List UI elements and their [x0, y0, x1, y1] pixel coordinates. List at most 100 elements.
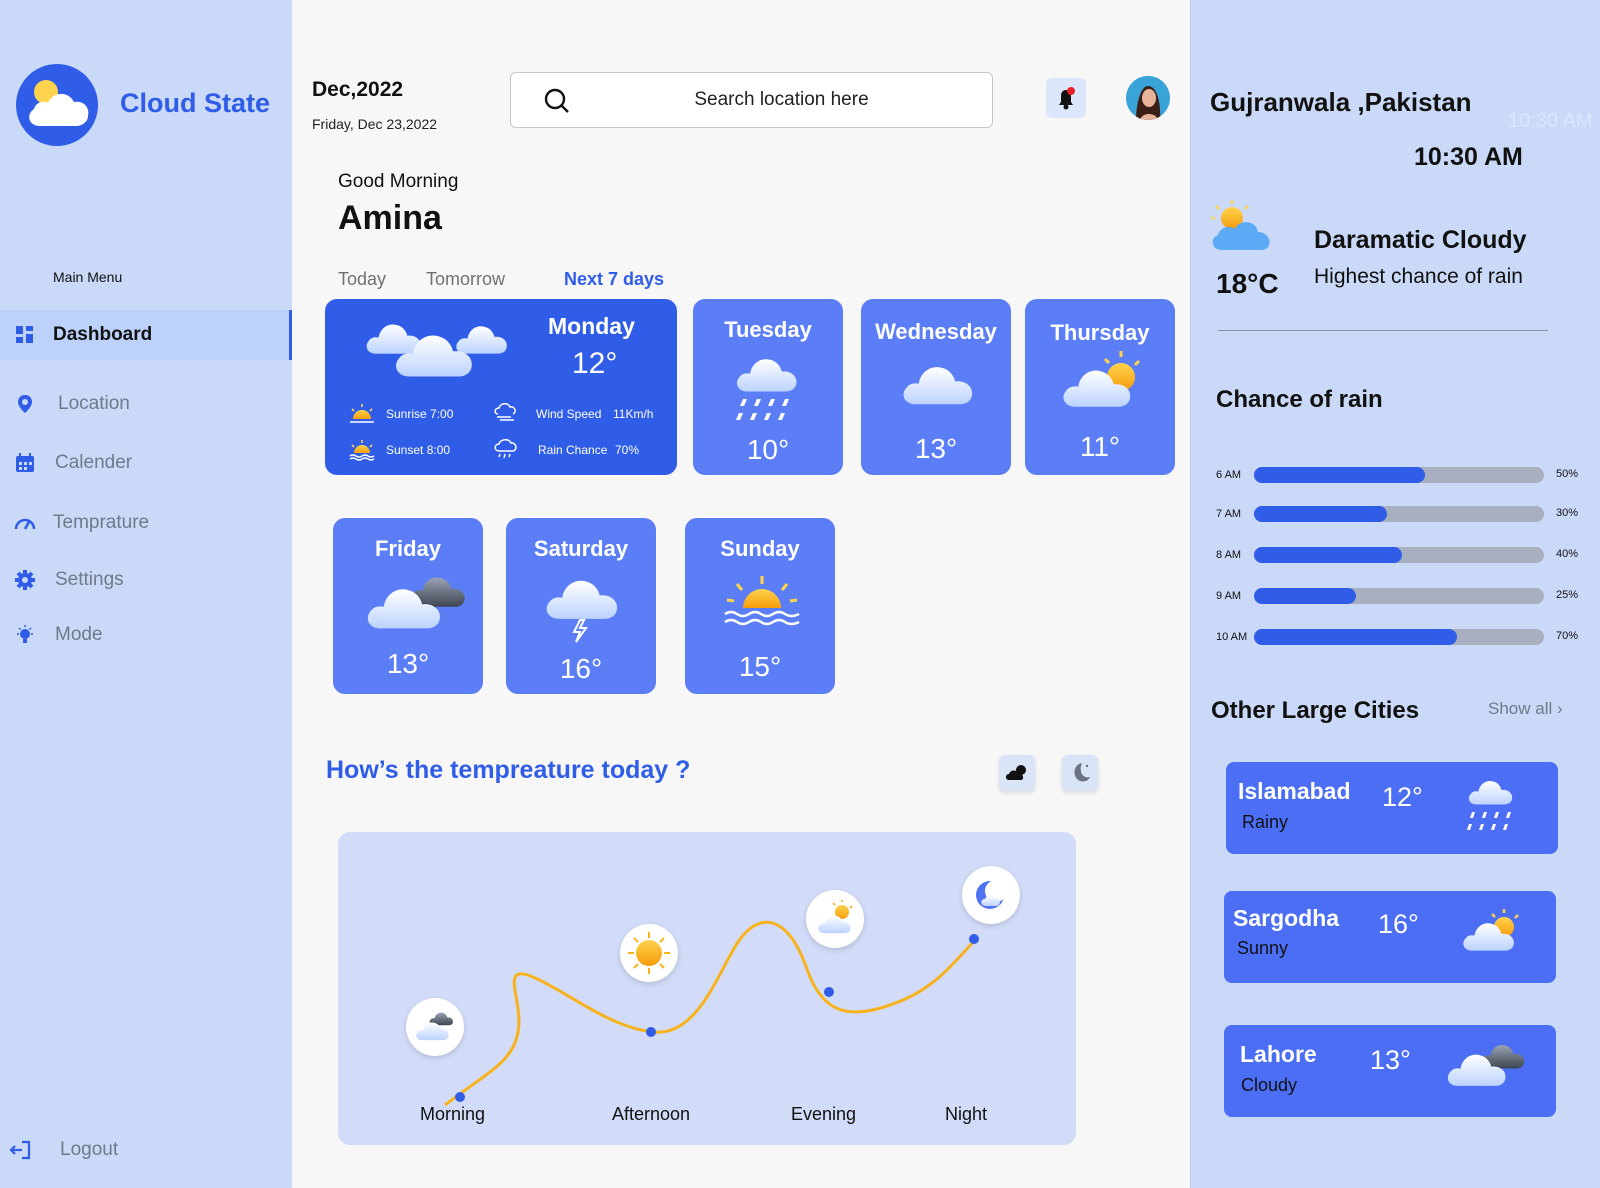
day-temp: 16° — [559, 653, 603, 684]
tab-next-7-days[interactable]: Next 7 days — [564, 269, 664, 290]
rain-row: 10 AM 70% — [1210, 627, 1580, 647]
search-input[interactable] — [591, 85, 972, 115]
sunrise-icon — [350, 404, 374, 423]
rain-chance-title: Chance of rain — [1216, 386, 1383, 413]
period-label-night: Night — [945, 1104, 988, 1124]
rain-chance-value: 70% — [615, 443, 640, 457]
rain-time: 10 AM — [1216, 631, 1248, 643]
rain-row: 7 AM 30% — [1210, 504, 1580, 524]
sidebar-item-label: Temprature — [53, 512, 150, 533]
rain-bar-track — [1254, 467, 1544, 483]
avatar[interactable] — [1126, 76, 1170, 120]
dark-cloud-icon — [367, 577, 465, 629]
menu-title: Main Menu — [53, 269, 123, 285]
forecast-card-wednesday[interactable]: Wednesday 13° — [861, 299, 1011, 475]
sidebar-item-location[interactable]: Location — [0, 379, 292, 429]
rain-row: 9 AM 25% — [1210, 586, 1580, 606]
thunder-cloud-icon — [546, 580, 618, 643]
sidebar-item-settings[interactable]: Settings — [0, 555, 292, 605]
rain-row: 6 AM 50% — [1210, 465, 1580, 485]
forecast-card-thursday[interactable]: Thursday 11° — [1025, 299, 1175, 475]
rain-bar-fill — [1254, 547, 1402, 563]
user-photo-icon — [1126, 76, 1170, 120]
rain-bar-track — [1254, 629, 1544, 645]
day-mode-button[interactable] — [999, 755, 1035, 791]
wind-value: 11Km/h — [613, 407, 654, 421]
sidebar-item-label: Calender — [55, 452, 133, 473]
current-time: 10:30 AM — [1414, 143, 1523, 171]
notification-button[interactable] — [1046, 78, 1086, 118]
tab-tomorrow[interactable]: Tomorrow — [426, 269, 505, 290]
show-all-label: Show all — [1488, 699, 1553, 718]
rain-percent: 50% — [1556, 468, 1579, 480]
current-date: Friday, Dec 23,2022 — [312, 116, 438, 132]
logout-button[interactable]: Logout — [0, 1125, 292, 1175]
city-card-islamabad[interactable]: Islamabad Rainy 12° — [1226, 762, 1558, 854]
forecast-card-sunday[interactable]: Sunday 15° — [685, 518, 835, 694]
forecast-card-saturday[interactable]: Saturday 16° — [506, 518, 656, 694]
ghost-time: 10:30 AM — [1508, 110, 1593, 132]
city-card-sargodha[interactable]: Sargodha Sunny 16° — [1224, 891, 1556, 983]
city-name: Sargodha — [1233, 905, 1340, 931]
search-icon — [544, 88, 569, 113]
rain-bar-fill — [1254, 588, 1356, 604]
current-temperature: 18°C — [1216, 268, 1279, 299]
search-bar — [510, 72, 993, 128]
day-name: Saturday — [533, 536, 629, 561]
city-condition: Cloudy — [1241, 1075, 1298, 1095]
rain-bar-fill — [1254, 629, 1457, 645]
day-name: Tuesday — [724, 317, 812, 342]
city-name: Islamabad — [1238, 778, 1351, 804]
city-condition: Sunny — [1237, 938, 1289, 958]
monday-temp: 12° — [572, 347, 618, 380]
sidebar-item-mode[interactable]: Mode — [0, 610, 292, 660]
weather-condition-detail: Highest chance of rain — [1314, 265, 1523, 288]
sidebar-item-label: Dashboard — [53, 324, 153, 345]
sun-cloud-icon — [1211, 200, 1270, 250]
other-cities-title: Other Large Cities — [1211, 697, 1420, 724]
sidebar-item-label: Mode — [55, 624, 103, 645]
night-mode-button[interactable] — [1062, 755, 1098, 791]
sidebar-item-dashboard[interactable]: Dashboard — [0, 310, 292, 360]
rain-percent: 70% — [1556, 630, 1579, 642]
sidebar-item-label: Location — [58, 393, 130, 414]
rain-bar-track — [1254, 588, 1544, 604]
current-city: Gujranwala ,Pakistan — [1210, 87, 1472, 117]
rain-time: 9 AM — [1216, 590, 1242, 602]
rain-bar-track — [1254, 547, 1544, 563]
logo-icon — [16, 64, 98, 146]
day-temp: 11° — [1079, 431, 1121, 462]
rain-bar-fill — [1254, 506, 1388, 522]
sidebar-item-calender[interactable]: Calender — [0, 438, 292, 488]
day-temp: 13° — [914, 433, 958, 464]
rain-percent: 40% — [1556, 548, 1579, 560]
day-name: Friday — [374, 536, 442, 561]
forecast-card-tuesday[interactable]: Tuesday 10° — [693, 299, 843, 475]
day-name: Sunday — [720, 536, 800, 561]
sidebar-item-temprature[interactable]: Temprature — [0, 498, 292, 548]
rain-time: 8 AM — [1216, 549, 1242, 561]
forecast-card-friday[interactable]: Friday 13° — [333, 518, 483, 694]
gear-icon — [15, 570, 35, 590]
rain-chance-label: Rain Chance — [538, 443, 608, 457]
cloud-sun-icon — [1006, 765, 1026, 780]
rain-cloud-icon — [736, 359, 797, 420]
bell-icon — [1059, 87, 1075, 110]
logout-icon — [9, 1140, 31, 1160]
speedometer-icon — [14, 518, 36, 530]
rain-bar-fill — [1254, 467, 1426, 483]
city-card-lahore[interactable]: Lahore Cloudy 13° — [1224, 1025, 1556, 1117]
day-temp: 15° — [738, 651, 782, 682]
afternoon-sun-icon — [620, 924, 678, 982]
sidebar-item-label: Settings — [55, 569, 124, 590]
user-name: Amina — [338, 199, 442, 237]
rain-row: 8 AM 40% — [1210, 545, 1580, 565]
chevron-right-icon: › — [1557, 699, 1563, 718]
logout-label: Logout — [60, 1139, 119, 1160]
wind-icon — [494, 403, 516, 421]
sunset-icon — [724, 576, 800, 626]
tab-today[interactable]: Today — [338, 269, 386, 290]
rain-cloud-icon — [1467, 780, 1513, 830]
show-all-link[interactable]: Show all › — [1488, 699, 1563, 719]
city-temp: 13° — [1370, 1045, 1411, 1075]
